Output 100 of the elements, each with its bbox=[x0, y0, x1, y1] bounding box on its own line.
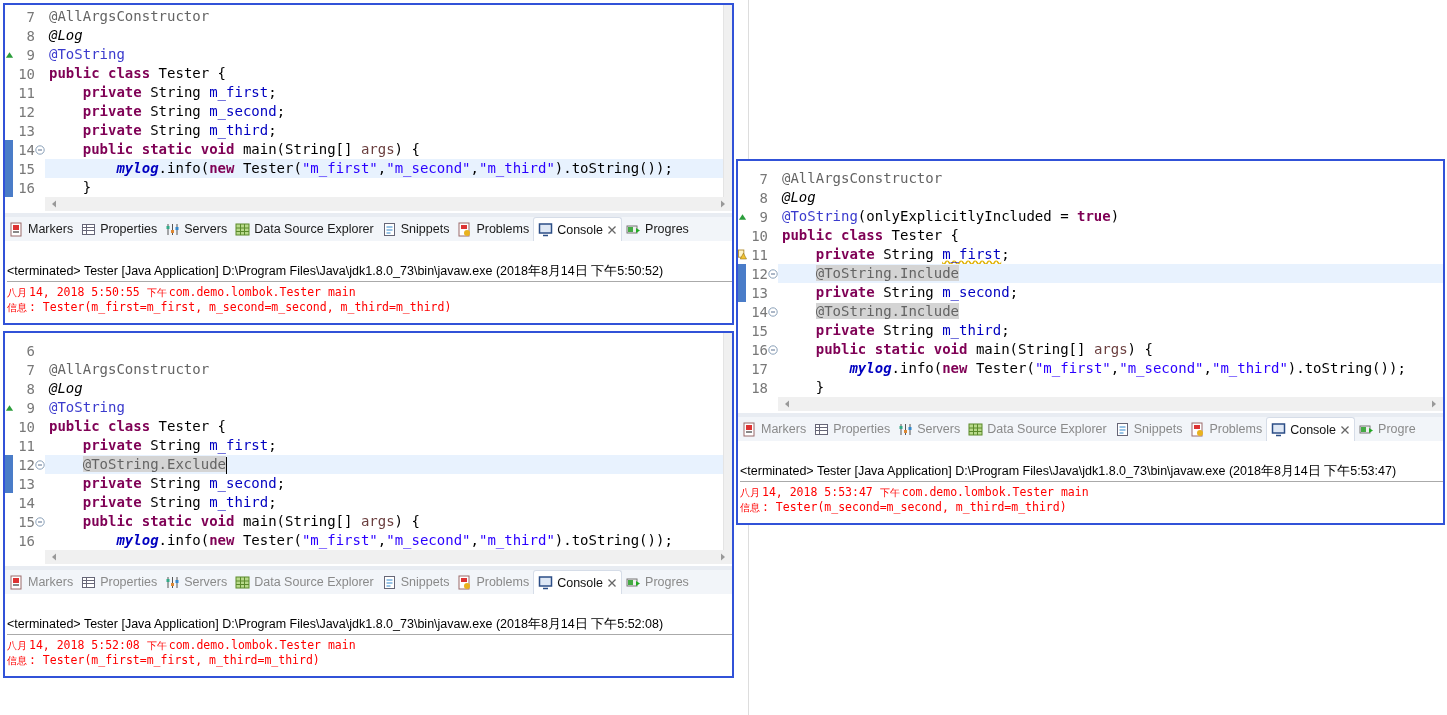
tab-label: Markers bbox=[28, 222, 74, 236]
line-number: 16 bbox=[17, 179, 35, 196]
document-icon bbox=[1114, 421, 1130, 437]
code-line: @AllArgsConstructor bbox=[48, 7, 211, 26]
right-arrow-icon[interactable] bbox=[720, 200, 726, 208]
line-number: 15 bbox=[17, 160, 35, 177]
view-tab[interactable]: Properties bbox=[77, 217, 162, 241]
code-line: private String m_second; bbox=[814, 283, 1020, 302]
view-tab[interactable]: Console bbox=[533, 570, 623, 594]
log-line: 信息 : Tester(m_second=m_second, m_third=m_third) bbox=[740, 500, 1068, 515]
view-tab[interactable]: Data Source Explorer bbox=[231, 217, 378, 241]
code-line: } bbox=[81, 178, 93, 197]
document-badge-icon bbox=[457, 574, 473, 590]
log-line: 信息 : Tester(m_first=m_first, m_third=m_third) bbox=[7, 653, 321, 668]
tab-label: Data Source Explorer bbox=[254, 575, 374, 589]
marker-icon bbox=[9, 221, 24, 237]
line-number: 12 bbox=[17, 456, 35, 473]
view-tab[interactable]: Snippets bbox=[1110, 417, 1187, 441]
document-icon bbox=[381, 221, 397, 237]
tab-label: Servers bbox=[184, 575, 228, 589]
view-tab[interactable]: Console bbox=[1266, 417, 1356, 441]
tab-label: Properties bbox=[833, 422, 891, 436]
vertical-scrollbar[interactable] bbox=[723, 333, 732, 550]
line-number: 10 bbox=[17, 65, 35, 82]
tab-label: Problems bbox=[476, 222, 530, 236]
line-number: 13 bbox=[17, 475, 35, 492]
grid-icon bbox=[235, 221, 251, 237]
monitor-icon bbox=[1271, 422, 1287, 437]
left-arrow-icon[interactable] bbox=[51, 200, 57, 208]
tab-label: Snippets bbox=[1133, 422, 1183, 436]
line-number: 13 bbox=[17, 122, 35, 139]
collapse-icon[interactable] bbox=[35, 459, 45, 470]
tab-label: Data Source Explorer bbox=[254, 222, 374, 236]
view-tab[interactable]: Data Source Explorer bbox=[231, 570, 378, 594]
console-header: <terminated> Tester [Java Application] D:\Program Files\Java\jdk1.8.0_73\bin\javaw.exe (2018年8月14日 下午5:53:47) bbox=[740, 463, 1398, 479]
view-tab[interactable]: Problems bbox=[453, 217, 534, 241]
close-icon[interactable] bbox=[607, 577, 618, 588]
tab-label: Progres bbox=[645, 575, 689, 589]
horizontal-scrollbar[interactable] bbox=[45, 197, 732, 211]
code-line: public class Tester { bbox=[781, 226, 961, 245]
view-tab[interactable]: Markers bbox=[5, 570, 78, 594]
log-line: 八月 14, 2018 5:53:47 下午 com.demo.lombok.Tester main bbox=[740, 485, 1090, 500]
code-line: @Log bbox=[47, 379, 84, 398]
code-line: @Log bbox=[47, 26, 84, 45]
view-tab[interactable]: Progres bbox=[622, 217, 693, 241]
code-line: @AllArgsConstructor bbox=[48, 360, 211, 379]
code-line: private String m_second; bbox=[81, 474, 287, 493]
view-tab[interactable]: Servers bbox=[161, 570, 232, 594]
code-line: public static void main(String[] args) { bbox=[814, 340, 1154, 359]
view-tab[interactable]: Markers bbox=[738, 417, 811, 441]
tab-label: Data Source Explorer bbox=[987, 422, 1107, 436]
view-tab[interactable]: Progre bbox=[1355, 417, 1420, 441]
collapse-icon[interactable] bbox=[35, 144, 45, 155]
view-tab[interactable]: Data Source Explorer bbox=[964, 417, 1111, 441]
right-arrow-icon[interactable] bbox=[720, 553, 726, 561]
right-arrow-icon[interactable] bbox=[1431, 400, 1437, 408]
code-line: } bbox=[814, 378, 826, 397]
line-number: 7 bbox=[25, 361, 35, 378]
close-icon[interactable] bbox=[607, 224, 618, 235]
view-tab[interactable]: Servers bbox=[161, 217, 232, 241]
marker-icon bbox=[9, 574, 24, 590]
close-icon[interactable] bbox=[1340, 424, 1351, 435]
console-header: <terminated> Tester [Java Application] D:\Program Files\Java\jdk1.8.0_73\bin\javaw.exe (2018年8月14日 下午5:52:08) bbox=[7, 616, 665, 632]
line-number: 7 bbox=[25, 8, 35, 25]
monitor-icon bbox=[538, 575, 554, 590]
console-header: <terminated> Tester [Java Application] D:\Program Files\Java\jdk1.8.0_73\bin\javaw.exe (2018年8月14日 下午5:50:52) bbox=[7, 263, 665, 279]
table-icon bbox=[81, 221, 97, 237]
vertical-scrollbar[interactable] bbox=[723, 5, 732, 197]
view-tab[interactable]: Progres bbox=[622, 570, 693, 594]
horizontal-scrollbar[interactable] bbox=[778, 397, 1443, 411]
tab-label: Progre bbox=[1378, 422, 1416, 436]
line-number: 16 bbox=[17, 532, 35, 549]
view-tab[interactable]: Snippets bbox=[377, 217, 454, 241]
document-badge-icon bbox=[457, 221, 473, 237]
view-tab[interactable]: Servers bbox=[894, 417, 965, 441]
code-line: private String m_first; bbox=[81, 436, 278, 455]
line-number: 11 bbox=[750, 246, 768, 263]
sliders-icon bbox=[898, 421, 914, 437]
view-tab[interactable]: Properties bbox=[810, 417, 895, 441]
line-number: 14 bbox=[17, 494, 35, 511]
tab-label: Problems bbox=[1209, 422, 1263, 436]
tab-label: Problems bbox=[476, 575, 530, 589]
code-line: private String m_first; bbox=[81, 83, 278, 102]
left-arrow-icon[interactable] bbox=[51, 553, 57, 561]
collapse-icon[interactable] bbox=[768, 344, 778, 355]
document-icon bbox=[381, 574, 397, 590]
view-tab[interactable]: Snippets bbox=[377, 570, 454, 594]
code-line: public static void main(String[] args) { bbox=[81, 512, 421, 531]
view-tab[interactable]: Console bbox=[533, 217, 623, 241]
collapse-icon[interactable] bbox=[35, 516, 45, 527]
collapse-icon[interactable] bbox=[768, 268, 778, 279]
view-tab[interactable]: Properties bbox=[77, 570, 162, 594]
view-tab[interactable]: Problems bbox=[453, 570, 534, 594]
table-icon bbox=[814, 421, 830, 437]
collapse-icon[interactable] bbox=[768, 306, 778, 317]
view-tab[interactable]: Markers bbox=[5, 217, 78, 241]
view-tab[interactable]: Problems bbox=[1186, 417, 1267, 441]
horizontal-scrollbar[interactable] bbox=[45, 550, 732, 564]
left-arrow-icon[interactable] bbox=[784, 400, 790, 408]
line-number: 8 bbox=[25, 380, 35, 397]
